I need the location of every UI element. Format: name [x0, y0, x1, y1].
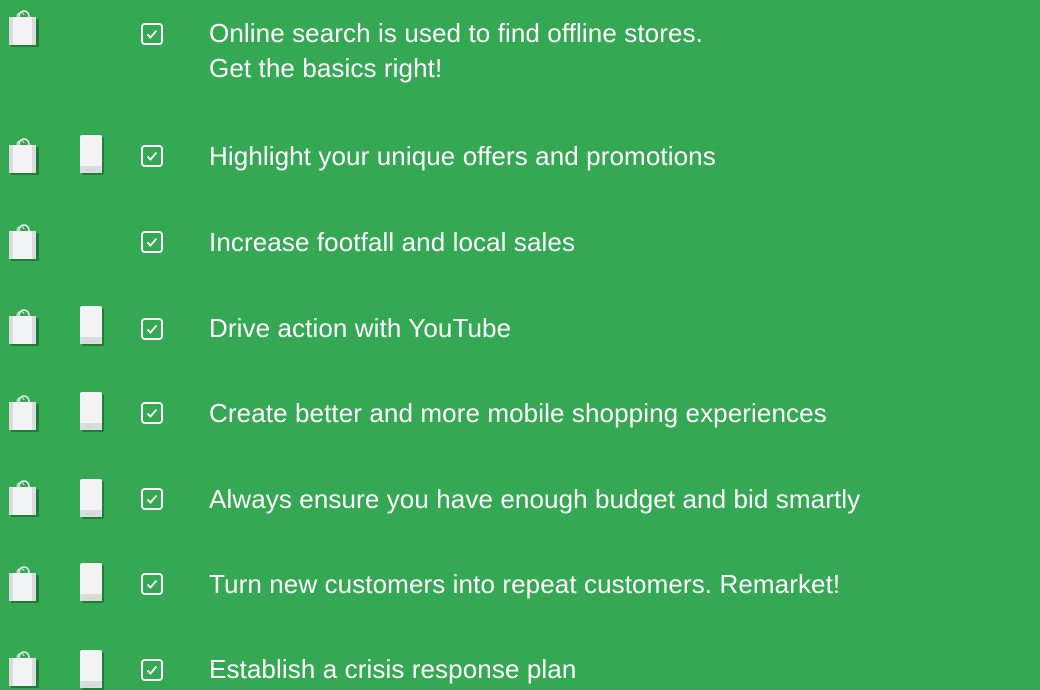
checklist-item-line: Online search is used to find offline st… — [209, 18, 703, 48]
checklist-item-line: Get the basics right! — [209, 53, 443, 83]
checkbox-checked-icon[interactable] — [141, 23, 163, 45]
checklist-item-line: Establish a crisis response plan — [209, 654, 577, 684]
smartphone-icon — [80, 479, 104, 519]
checklist-item-text: Highlight your unique offers and promoti… — [209, 139, 716, 174]
checklist-item-text: Create better and more mobile shopping e… — [209, 396, 827, 431]
shopping-bag-icon — [9, 309, 39, 346]
checklist: Online search is used to find offline st… — [0, 0, 1040, 690]
checklist-item-line: Always ensure you have enough budget and… — [209, 484, 861, 514]
checklist-item-text: Turn new customers into repeat customers… — [209, 567, 840, 602]
checklist-item-line: Drive action with YouTube — [209, 313, 512, 343]
checkbox-checked-icon[interactable] — [141, 318, 163, 340]
checklist-item-line: Create better and more mobile shopping e… — [209, 398, 827, 428]
smartphone-icon — [80, 392, 104, 432]
shopping-bag-icon — [9, 395, 39, 432]
shopping-bag-icon — [9, 224, 39, 261]
smartphone-icon — [80, 135, 104, 175]
checklist-item-text: Online search is used to find offline st… — [209, 16, 703, 86]
shopping-bag-icon — [9, 10, 39, 47]
checklist-item-line: Highlight your unique offers and promoti… — [209, 141, 716, 171]
checkbox-checked-icon[interactable] — [141, 573, 163, 595]
checklist-item-line: Increase footfall and local sales — [209, 227, 576, 257]
checklist-item-line: Turn new customers into repeat customers… — [209, 569, 841, 599]
checklist-item-text: Establish a crisis response plan — [209, 652, 576, 687]
checklist-item-text: Always ensure you have enough budget and… — [209, 482, 860, 517]
shopping-bag-icon — [9, 651, 39, 688]
checkbox-checked-icon[interactable] — [141, 488, 163, 510]
checkbox-checked-icon[interactable] — [141, 402, 163, 424]
checklist-item-text: Increase footfall and local sales — [209, 225, 575, 260]
smartphone-icon — [80, 306, 104, 346]
shopping-bag-icon — [9, 480, 39, 517]
smartphone-icon — [80, 650, 104, 690]
checklist-item-text: Drive action with YouTube — [209, 311, 511, 346]
checkbox-checked-icon[interactable] — [141, 231, 163, 253]
smartphone-icon — [80, 563, 104, 603]
shopping-bag-icon — [9, 138, 39, 175]
shopping-bag-icon — [9, 566, 39, 603]
checkbox-checked-icon[interactable] — [141, 659, 163, 681]
checkbox-checked-icon[interactable] — [141, 145, 163, 167]
